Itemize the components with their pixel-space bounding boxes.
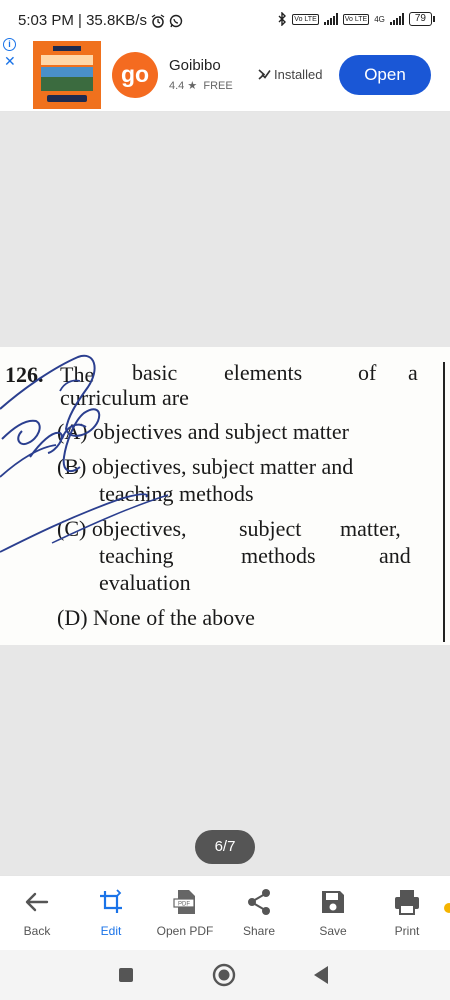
installed-status: Installed bbox=[258, 67, 322, 82]
toolbar-edit-label: Edit bbox=[100, 924, 122, 938]
app-name: Goibibo bbox=[169, 57, 221, 74]
status-bar: 5:03 PM | 35.8KB/s Vo LTE Vo LTE 4G 79 bbox=[0, 0, 450, 40]
volte-badge: Vo LTE bbox=[292, 13, 319, 25]
ad-close-icon[interactable]: ✕ bbox=[4, 54, 16, 68]
toolbar-save-button[interactable]: Save bbox=[298, 886, 368, 938]
ad-info-icon[interactable]: i bbox=[3, 38, 16, 51]
installed-check-icon bbox=[258, 69, 271, 80]
page-indicator: 6/7 bbox=[195, 830, 255, 864]
bottom-toolbar: Back Edit PDF Open PDF Share Save Print bbox=[0, 875, 450, 950]
toolbar-share-button[interactable]: Share bbox=[224, 886, 294, 938]
home-icon[interactable] bbox=[212, 963, 236, 987]
alarm-icon bbox=[151, 13, 165, 28]
app-rating: 4.4 ★ FREE bbox=[169, 79, 233, 92]
more-option-edge-icon[interactable] bbox=[444, 903, 450, 913]
open-button[interactable]: Open bbox=[339, 55, 431, 95]
signal-1-icon bbox=[323, 13, 338, 25]
save-icon bbox=[322, 891, 344, 913]
toolbar-save-label: Save bbox=[319, 924, 347, 938]
network-type: 4G bbox=[374, 14, 385, 24]
toolbar-open-pdf-button[interactable]: PDF Open PDF bbox=[150, 886, 220, 938]
toolbar-print-label: Print bbox=[394, 924, 420, 938]
toolbar-share-label: Share bbox=[242, 924, 276, 938]
status-left: 5:03 PM | 35.8KB/s bbox=[18, 12, 183, 29]
crop-icon bbox=[100, 889, 122, 913]
pdf-icon: PDF bbox=[173, 890, 195, 914]
ad-thumbnail-image[interactable] bbox=[33, 41, 101, 109]
system-navigation-bar bbox=[0, 950, 450, 1000]
status-right: Vo LTE Vo LTE 4G 79 bbox=[277, 12, 436, 26]
rating-value: 4.4 ★ bbox=[169, 80, 198, 92]
toolbar-back-label: Back bbox=[23, 924, 51, 938]
status-time-speed: 5:03 PM | 35.8KB/s bbox=[18, 12, 147, 29]
bluetooth-icon bbox=[278, 12, 287, 26]
toolbar-edit-button[interactable]: Edit bbox=[76, 886, 146, 938]
back-arrow-icon bbox=[25, 892, 49, 912]
recents-icon[interactable] bbox=[118, 967, 134, 983]
pen-scribble-annotation bbox=[0, 354, 169, 553]
app-price: FREE bbox=[203, 80, 233, 92]
toolbar-print-button[interactable]: Print bbox=[372, 886, 442, 938]
battery-icon: 79 bbox=[408, 12, 436, 26]
toolbar-back-button[interactable]: Back bbox=[2, 886, 72, 938]
share-icon bbox=[248, 889, 270, 915]
app-logo-icon[interactable]: go bbox=[112, 52, 158, 98]
print-icon bbox=[395, 890, 419, 915]
volte-badge-2: Vo LTE bbox=[342, 13, 370, 25]
question-page-image: 126. The basic elements of a curriculum … bbox=[0, 347, 450, 645]
toolbar-open-pdf-label: Open PDF bbox=[156, 924, 214, 938]
svg-text:PDF: PDF bbox=[178, 902, 190, 908]
installed-label: Installed bbox=[274, 67, 323, 82]
back-nav-icon[interactable] bbox=[312, 965, 330, 985]
whatsapp-icon bbox=[169, 14, 183, 27]
signal-2-icon bbox=[389, 13, 404, 25]
